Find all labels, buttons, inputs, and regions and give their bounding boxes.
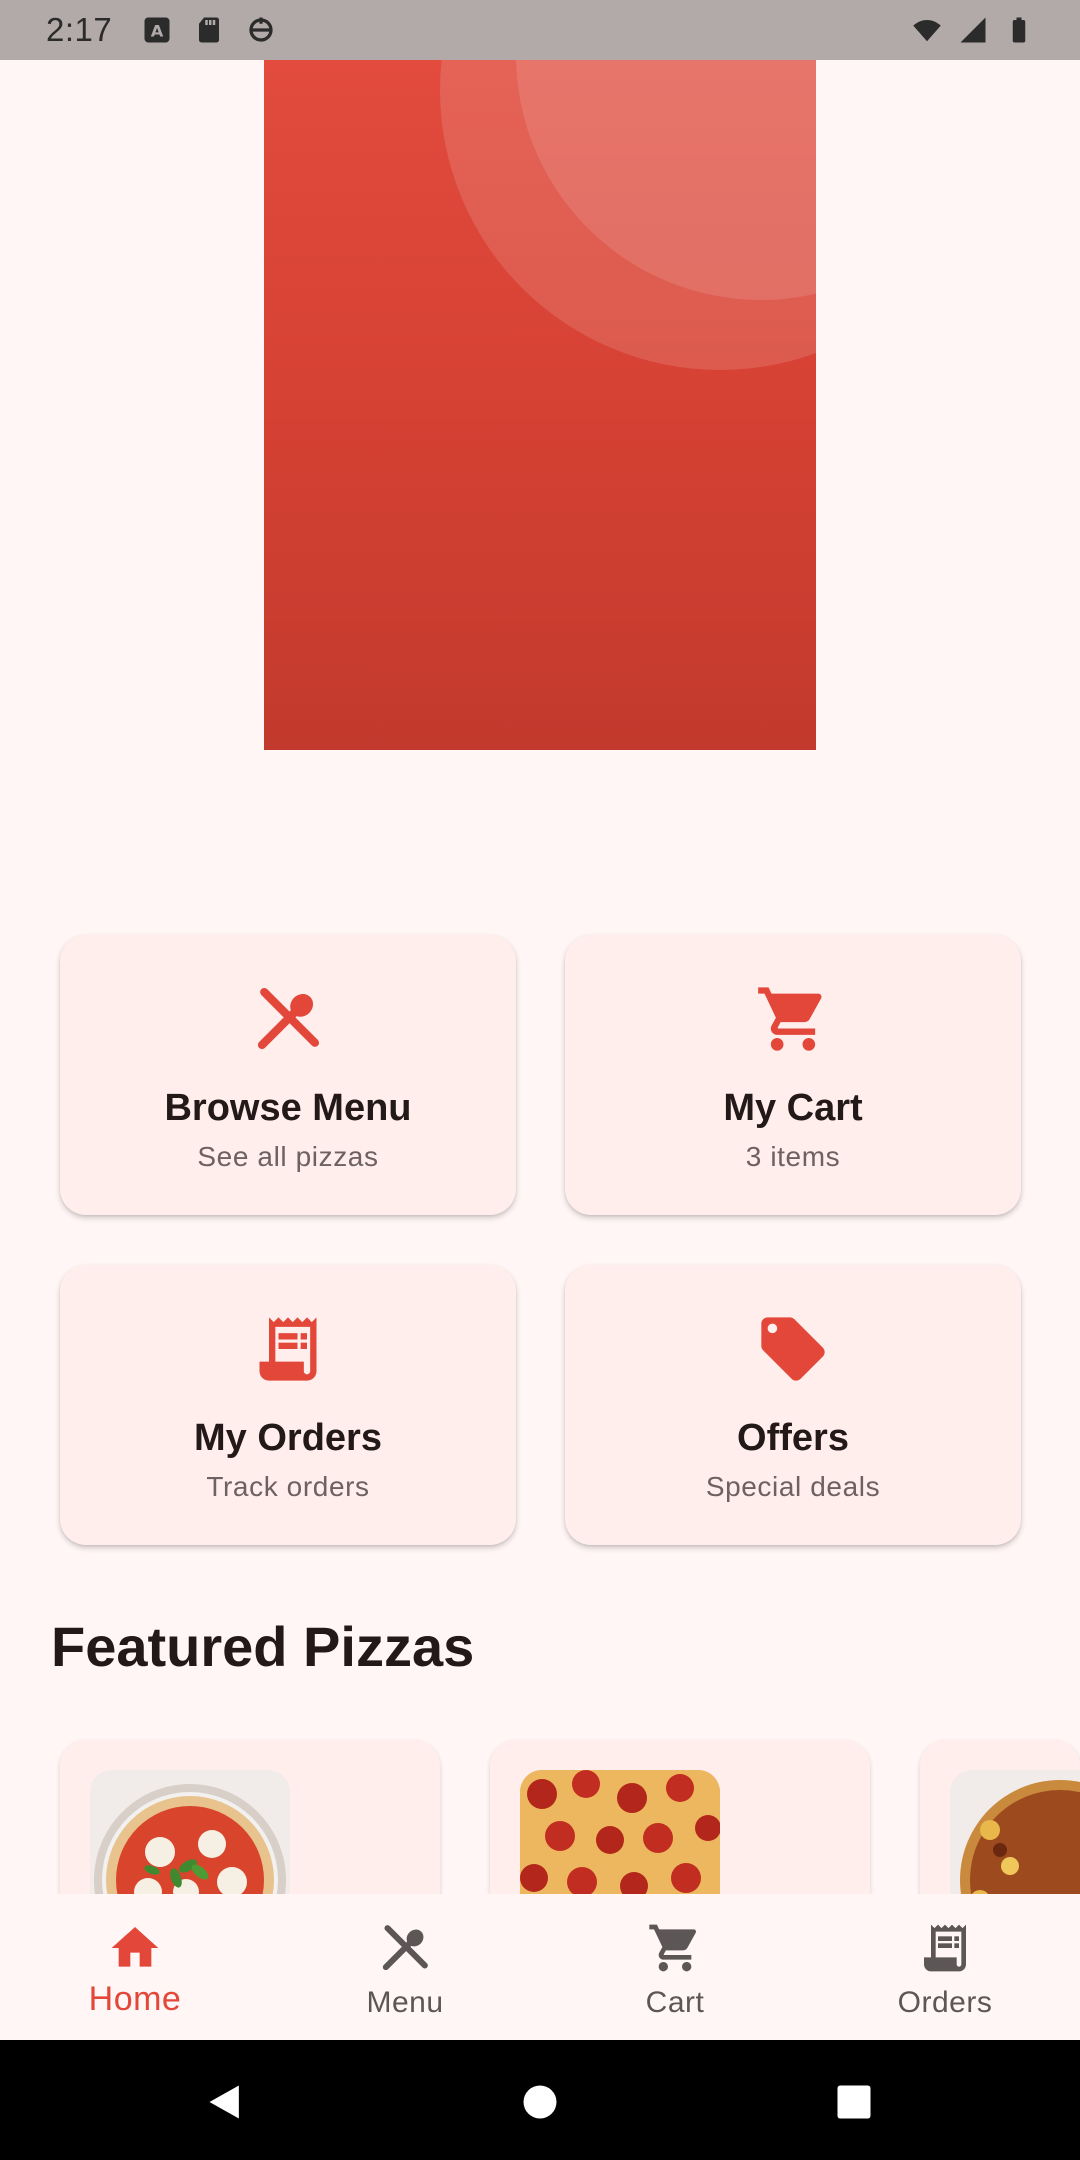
my-cart-card[interactable]: My Cart 3 items — [565, 935, 1021, 1215]
app-screen: 2:17 A Browse Menu See all pizzas My Car… — [0, 0, 1080, 2160]
home-icon — [111, 1927, 159, 1967]
status-bar: 2:17 A — [0, 0, 1080, 60]
system-navigation-bar — [0, 2040, 1080, 2160]
nav-item-menu[interactable]: Menu — [270, 1894, 540, 2040]
utensils-icon — [257, 987, 320, 1050]
nav-label: Cart — [645, 1986, 705, 2019]
nav-label: Home — [88, 1980, 182, 2018]
card-title: My Orders — [194, 1417, 382, 1459]
tag-icon — [761, 1317, 825, 1381]
status-time: 2:17 — [46, 11, 113, 48]
battery-icon — [1012, 17, 1026, 43]
nav-label: Orders — [897, 1986, 993, 2019]
sync-icon — [249, 17, 273, 42]
featured-section-title: Featured Pizzas — [51, 1615, 475, 1678]
card-title: Offers — [737, 1417, 849, 1459]
nav-label: Menu — [366, 1986, 444, 2019]
recents-icon[interactable] — [832, 2080, 876, 2124]
card-title: Browse Menu — [164, 1087, 412, 1129]
receipt-icon — [259, 1317, 317, 1381]
home-circle-icon[interactable] — [518, 2080, 562, 2124]
card-subtitle: See all pizzas — [197, 1141, 379, 1172]
browse-menu-card[interactable]: Browse Menu See all pizzas — [60, 935, 516, 1215]
status-icons-right — [912, 15, 1034, 45]
sd-card-icon — [199, 17, 220, 43]
card-title: My Cart — [723, 1087, 863, 1129]
nav-item-cart[interactable]: Cart — [540, 1894, 810, 2040]
offers-card[interactable]: Offers Special deals — [565, 1265, 1021, 1545]
card-subtitle: Special deals — [705, 1471, 881, 1502]
my-orders-card[interactable]: My Orders Track orders — [60, 1265, 516, 1545]
status-icons-left: A — [142, 15, 276, 45]
receipt-icon — [924, 1924, 966, 1972]
utensils-icon — [382, 1925, 428, 1971]
back-icon[interactable] — [204, 2080, 248, 2124]
cart-icon — [649, 1924, 697, 1972]
nav-item-orders[interactable]: Orders — [810, 1894, 1080, 2040]
cart-icon — [758, 987, 822, 1051]
bottom-navigation: Home Menu Cart Orders — [0, 1894, 1080, 2040]
card-subtitle: Track orders — [206, 1471, 370, 1502]
svg-text:A: A — [151, 21, 164, 40]
keyboard-a-icon: A — [144, 17, 170, 43]
hero-banner — [264, 0, 816, 750]
card-subtitle: 3 items — [745, 1141, 841, 1172]
cellular-signal-icon — [960, 17, 986, 43]
nav-item-home[interactable]: Home — [0, 1894, 270, 2040]
wifi-icon — [913, 20, 941, 42]
